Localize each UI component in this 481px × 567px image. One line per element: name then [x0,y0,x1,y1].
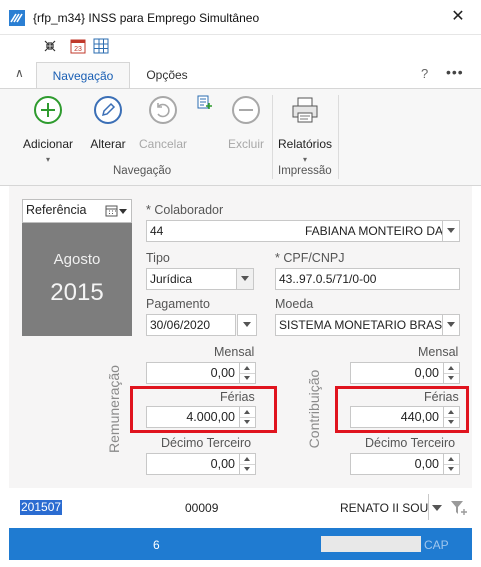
rem-decimo-stepper[interactable] [239,454,255,474]
delete-button[interactable]: Excluir [218,93,274,165]
chevron-down-icon [239,315,256,335]
help-icon[interactable]: ? [421,66,428,81]
con-decimo-label: Décimo Terceiro [365,436,456,450]
remove-icon [232,96,260,124]
tipo-value: Jurídica [150,272,193,286]
group-label-navegacao: Navegação [113,165,172,177]
cpf-input[interactable]: 43..97.0.5/71/0-00 [275,268,460,290]
undo-icon [149,96,177,124]
con-mensal-label: Mensal [418,345,459,359]
calendar-icon[interactable]: 23 [70,38,86,54]
reference-label: Referência [26,203,87,217]
edit-label: Alterar [90,137,126,151]
con-decimo-value: 0,00 [414,457,439,471]
rem-decimo-label: Décimo Terceiro [161,436,252,450]
pencil-icon [94,96,122,124]
colaborador-name: FABIANA MONTEIRO DA S [305,224,454,238]
calendar-dropdown-icon[interactable] [105,204,127,218]
more-options-icon[interactable]: ••• [446,64,464,80]
moeda-dropdown-icon[interactable] [442,315,459,335]
remuneracao-section-title: Remuneração [106,365,122,453]
record-dropdown-icon[interactable] [428,494,445,520]
filter-add-icon[interactable] [450,500,468,516]
add-icon [34,96,62,124]
reference-year: 2015 [50,279,104,306]
rem-decimo-value: 0,00 [210,457,235,471]
record-count: 6 [153,538,160,552]
close-button[interactable]: ✕ [446,6,470,28]
con-mensal-input[interactable]: 0,00 [350,362,460,384]
duplicate-icon[interactable] [196,94,214,112]
reports-button[interactable]: Relatórios ▾ [274,93,336,165]
tab-opcoes[interactable]: Opções [132,62,202,89]
contribuicao-section-title: Contribuição [306,369,322,449]
cpf-label: * CPF/CNPJ [275,251,345,265]
edit-button[interactable]: Alterar [80,93,136,165]
pagamento-label: Pagamento [146,297,210,311]
record-code: 00009 [185,501,219,515]
con-mensal-value: 0,00 [414,366,439,380]
rem-mensal-value: 0,00 [210,366,235,380]
moeda-select[interactable]: SISTEMA MONETARIO BRASILE [275,314,460,336]
tab-navegacao[interactable]: Navegação [36,62,130,90]
ribbon-collapse-icon[interactable]: ∧ [15,66,24,80]
caps-indicator: CAP [424,538,449,552]
con-decimo-stepper[interactable] [443,454,459,474]
tipo-select[interactable]: Jurídica [146,268,254,290]
highlight-rem-ferias [130,386,277,433]
window-title: {rfp_m34} INSS para Emprego Simultâneo [33,11,260,25]
reports-dropdown-caret: ▾ [302,155,307,164]
group-label-impressao: Impressão [278,165,332,177]
tipo-label: Tipo [146,251,170,265]
cancel-button[interactable]: Cancelar [134,93,192,165]
collapse-arrows-icon[interactable] [42,38,58,54]
colaborador-label: * Colaborador [146,203,224,217]
delete-label: Excluir [227,137,264,151]
colaborador-dropdown-icon[interactable] [442,221,459,241]
rem-mensal-input[interactable]: 0,00 [146,362,256,384]
reports-label: Relatórios [277,137,333,151]
rem-decimo-input[interactable]: 0,00 [146,453,256,475]
highlight-con-ferias [335,386,469,433]
colaborador-code: 44 [150,224,164,238]
add-label: Adicionar [22,137,74,151]
moeda-value: SISTEMA MONETARIO BRASILE [279,318,460,332]
printer-icon [292,97,318,123]
date-picker-button[interactable] [237,314,257,336]
rem-mensal-label: Mensal [214,345,255,359]
ribbon-panel: Adicionar ▾ Alterar Cancelar Excluir Rel… [0,88,481,186]
pagamento-input[interactable]: 30/06/2020 [146,314,236,336]
add-button[interactable]: Adicionar ▾ [10,93,86,165]
tipo-dropdown-icon[interactable] [236,269,253,289]
moeda-label: Moeda [275,297,314,311]
app-logo-icon [9,10,25,26]
con-mensal-stepper[interactable] [443,363,459,383]
status-progress [321,536,421,552]
reference-month: Agosto [53,251,101,268]
con-decimo-input[interactable]: 0,00 [350,453,460,475]
ribbon-separator [272,95,273,179]
ribbon-separator [338,95,339,179]
grid-icon[interactable] [93,38,109,54]
colaborador-field[interactable]: 44 FABIANA MONTEIRO DA S [146,220,460,242]
period-value[interactable]: 201507 [20,500,63,515]
cancel-label: Cancelar [138,137,188,151]
svg-text:23: 23 [74,46,82,53]
rem-mensal-stepper[interactable] [239,363,255,383]
add-dropdown-caret: ▾ [45,155,50,164]
